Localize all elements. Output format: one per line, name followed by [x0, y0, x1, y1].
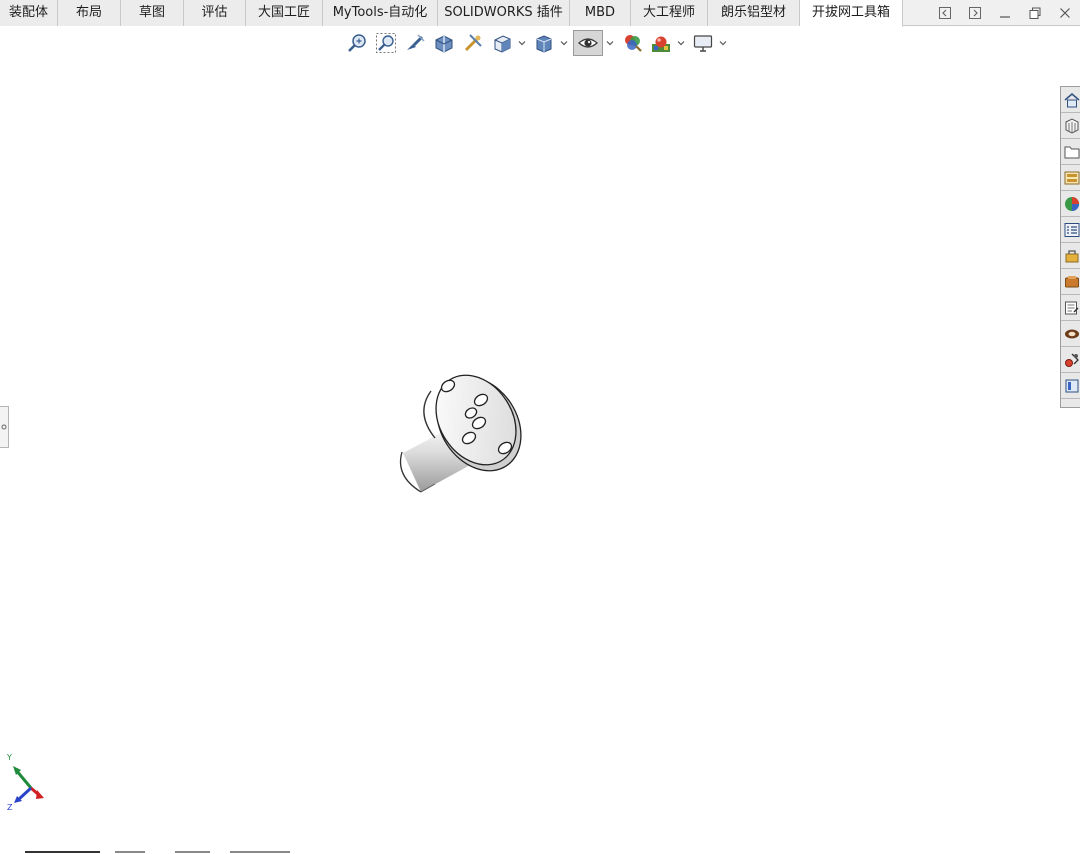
tab-list: 装配体 布局 草图 评估 大国工匠 MyTools-自动化 SOLIDWORKS…	[0, 0, 903, 27]
tab-sketch[interactable]: 草图	[121, 0, 184, 26]
custom-properties-icon[interactable]	[1061, 217, 1080, 243]
window-controls	[930, 0, 1080, 26]
triad-z-axis	[16, 786, 33, 802]
view-orientation-dropdown-icon[interactable]	[518, 30, 527, 56]
edit-appearance-icon[interactable]	[619, 30, 645, 56]
triad-y-label: Y	[6, 753, 12, 762]
plugin-icon[interactable]	[1061, 347, 1080, 373]
command-manager-tab-bar: 装配体 布局 草图 评估 大国工匠 MyTools-自动化 SOLIDWORKS…	[0, 0, 1080, 27]
task-pane-tabs	[1060, 86, 1080, 408]
forum-icon[interactable]	[1061, 269, 1080, 295]
tab-assembly[interactable]: 装配体	[0, 0, 58, 26]
home-icon[interactable]	[1061, 87, 1080, 113]
status-bar-edge	[25, 851, 290, 853]
zoom-to-area-icon[interactable]	[373, 30, 399, 56]
view-settings-icon[interactable]	[690, 30, 716, 56]
solidworks-resources-icon[interactable]	[1061, 321, 1080, 347]
tab-mbd[interactable]: MBD	[570, 0, 631, 26]
tab-big-engineer[interactable]: 大工程师	[631, 0, 708, 26]
extra-icon[interactable]	[1061, 373, 1080, 399]
panel-left-icon[interactable]	[930, 0, 960, 26]
view-settings-dropdown-icon[interactable]	[719, 30, 728, 56]
apply-scene-icon[interactable]	[648, 30, 674, 56]
apply-scene-dropdown-icon[interactable]	[677, 30, 686, 56]
tab-profile-aluminum[interactable]: 朗乐铝型材	[708, 0, 800, 26]
display-style-icon[interactable]	[531, 30, 557, 56]
display-style-dropdown-icon[interactable]	[560, 30, 569, 56]
tab-evaluate[interactable]: 评估	[184, 0, 246, 26]
restore-icon[interactable]	[1020, 0, 1050, 26]
view-orientation-icon[interactable]	[489, 30, 515, 56]
previous-view-icon[interactable]	[402, 30, 428, 56]
section-view-icon[interactable]	[431, 30, 457, 56]
flange-shaft-model[interactable]	[393, 368, 533, 503]
flange-back-edge	[423, 390, 436, 439]
feature-manager-collapse-handle[interactable]	[0, 406, 9, 448]
file-explorer-icon[interactable]	[1061, 139, 1080, 165]
heads-up-view-toolbar	[344, 29, 732, 57]
tab-layout[interactable]: 布局	[58, 0, 121, 26]
view-palette-icon[interactable]	[1061, 165, 1080, 191]
zoom-to-fit-icon[interactable]	[344, 30, 370, 56]
hide-show-dropdown-icon[interactable]	[606, 30, 615, 56]
close-icon[interactable]	[1050, 0, 1080, 26]
panel-right-icon[interactable]	[960, 0, 990, 26]
tab-kaiba-toolbox[interactable]: 开拔网工具箱	[800, 0, 903, 27]
chevron-right-icon	[1, 424, 7, 430]
hide-show-items-icon[interactable]	[573, 30, 603, 56]
design-library-icon[interactable]	[1061, 113, 1080, 139]
tab-solidworks-addins[interactable]: SOLIDWORKS 插件	[438, 0, 570, 26]
document-recovery-icon[interactable]	[1061, 295, 1080, 321]
triad-x-arrow	[36, 790, 44, 799]
minimize-icon[interactable]	[990, 0, 1020, 26]
tab-great-craftsman[interactable]: 大国工匠	[246, 0, 323, 26]
dynamic-annotation-icon[interactable]	[460, 30, 486, 56]
tab-mytools[interactable]: MyTools-自动化	[323, 0, 438, 26]
reference-triad: Y Z	[6, 753, 44, 812]
toolbox-icon[interactable]	[1061, 243, 1080, 269]
triad-z-label: Z	[7, 803, 13, 812]
appearances-icon[interactable]	[1061, 191, 1080, 217]
